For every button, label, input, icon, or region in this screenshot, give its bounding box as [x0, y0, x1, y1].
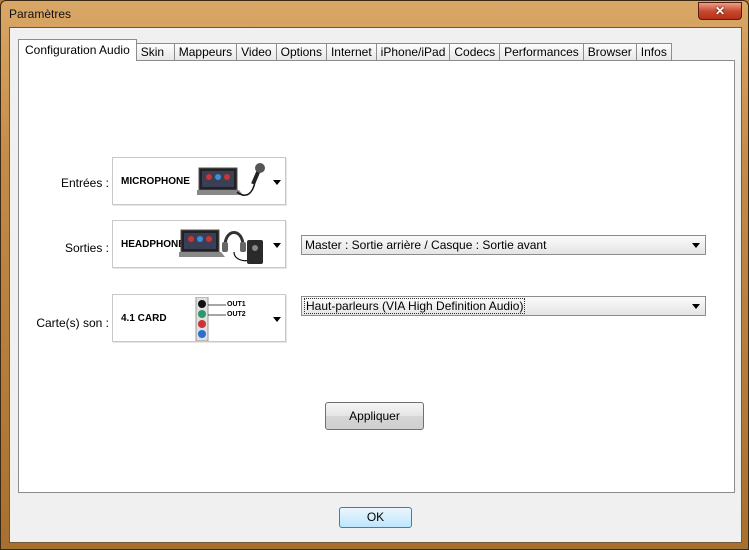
- soundcard-device-name: 4.1 CARD: [121, 313, 167, 324]
- tab-performances[interactable]: Performances: [499, 43, 584, 61]
- tab-internet[interactable]: Internet: [325, 43, 377, 61]
- input-device-selector[interactable]: MICROPHONE: [112, 157, 286, 205]
- inputs-label: Entrées :: [60, 176, 109, 190]
- settings-window: Paramètres ✕ Configuration Audio Skin Ma…: [0, 0, 749, 550]
- headphones-laptop-icon: [179, 229, 263, 264]
- soundcard-select[interactable]: Haut-parleurs (VIA High Definition Audio…: [301, 296, 706, 316]
- close-button[interactable]: ✕: [698, 2, 742, 20]
- chevron-down-icon: [273, 180, 281, 185]
- tab-infos[interactable]: Infos: [635, 43, 672, 61]
- output-mode-select[interactable]: Master : Sortie arrière / Casque : Sorti…: [301, 235, 706, 255]
- title-bar[interactable]: Paramètres ✕: [1, 1, 748, 27]
- outputs-label: Sorties :: [64, 241, 109, 255]
- microphone-laptop-icon: [197, 163, 265, 196]
- chevron-down-icon: [692, 243, 700, 248]
- tab-strip: Configuration Audio Skin Mappeurs Video …: [18, 39, 672, 61]
- tab-browser[interactable]: Browser: [582, 43, 637, 61]
- out2-label: OUT2: [227, 311, 246, 318]
- out1-label: OUT1: [227, 301, 246, 308]
- window-title: Paramètres: [9, 7, 72, 21]
- chevron-down-icon: [692, 304, 700, 309]
- chevron-down-icon: [273, 317, 281, 322]
- soundcard-value: Haut-parleurs (VIA High Definition Audio…: [303, 298, 526, 314]
- tab-skin[interactable]: Skin: [135, 43, 175, 61]
- jack-leader-lines: [208, 304, 226, 316]
- tab-options[interactable]: Options: [275, 43, 327, 61]
- soundcard-label: Carte(s) son :: [36, 316, 109, 330]
- ok-button[interactable]: OK: [339, 507, 412, 528]
- input-device-name: MICROPHONE: [121, 176, 190, 187]
- apply-button[interactable]: Appliquer: [325, 402, 424, 430]
- tab-iphone-ipad[interactable]: iPhone/iPad: [375, 43, 451, 61]
- soundcard-device-selector[interactable]: 4.1 CARD OUT1 OUT2: [112, 294, 286, 342]
- chevron-down-icon: [273, 243, 281, 248]
- client-area: Configuration Audio Skin Mappeurs Video …: [9, 27, 742, 543]
- output-mode-value: Master : Sortie arrière / Casque : Sorti…: [305, 238, 547, 252]
- tab-video[interactable]: Video: [236, 43, 277, 61]
- tab-codecs[interactable]: Codecs: [449, 43, 501, 61]
- tab-configuration-audio[interactable]: Configuration Audio: [18, 39, 137, 61]
- audio-config-panel: Entrées : MICROPHONE Sorties : HEADPHONE…: [18, 60, 735, 493]
- tab-mappeurs[interactable]: Mappeurs: [173, 43, 238, 61]
- audio-jacks-icon: [195, 297, 209, 341]
- close-icon: ✕: [714, 4, 726, 18]
- output-device-selector[interactable]: HEADPHONES: [112, 220, 286, 268]
